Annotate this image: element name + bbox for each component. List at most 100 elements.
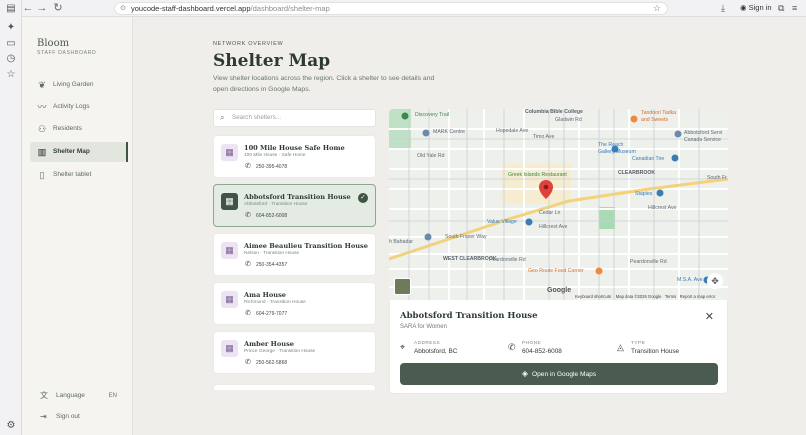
- map-data-label: Map data ©2026 Google: [615, 294, 662, 299]
- shelter-card-selected[interactable]: ▦ Abbotsford Transition House Abbotsford…: [213, 184, 376, 227]
- report-error-link[interactable]: Report a map error: [680, 294, 715, 299]
- map-label: Value Village: [487, 219, 517, 225]
- sidebar-item-shelter-tablet[interactable]: ▯ Shelter tablet: [30, 165, 126, 185]
- location-pin-icon: ⌖: [400, 342, 406, 352]
- shelter-building-icon: ▦: [221, 291, 238, 308]
- map-label: Discovery Trail: [415, 112, 450, 118]
- back-icon[interactable]: ←: [22, 2, 34, 14]
- activity-icon: 〰: [37, 102, 47, 112]
- extensions-icon[interactable]: ⧉: [778, 2, 784, 14]
- phone-icon: ✆: [245, 212, 251, 219]
- map-label: The Reach: [598, 142, 624, 148]
- shelter-map[interactable]: Discovery Trail Columbia Bible College T…: [389, 109, 728, 300]
- brand-logo: Bloom: [37, 38, 70, 49]
- forward-icon[interactable]: →: [36, 2, 48, 14]
- download-icon[interactable]: ⤓: [721, 2, 725, 14]
- shelter-phone: 250-354-4357: [256, 262, 288, 268]
- tabs-icon[interactable]: ▭: [5, 38, 17, 50]
- shelter-name: Aimee Beaulieu Transition House: [244, 242, 368, 250]
- shelter-card[interactable]: ▦ Ama House Richmond · Transition House …: [213, 282, 376, 325]
- shelter-building-icon: ▦: [221, 193, 238, 210]
- sidebar-item-label: Living Garden: [53, 81, 94, 88]
- open-google-maps-button[interactable]: ◈ Open in Google Maps: [400, 363, 718, 385]
- map-label: MARK Centre: [433, 129, 465, 135]
- browser-toolbar: ← → ↻ ⊙ youcode-staff-dashboard.vercel.a…: [22, 0, 806, 17]
- shelter-meta: Richmond · Transition House: [244, 300, 306, 305]
- phone-value: 604-852-6008: [522, 348, 562, 355]
- map-label: Gallery Museum: [598, 149, 636, 155]
- address-label: ADDRESS: [414, 340, 441, 345]
- search-input[interactable]: ⌕ Search shelters...: [213, 109, 376, 127]
- map-label: CLEARBROOK: [618, 170, 656, 176]
- shelter-card-partial[interactable]: [213, 384, 376, 390]
- type-label: TYPE: [631, 340, 646, 345]
- shelter-meta: Nelson · Transition House: [244, 251, 300, 256]
- shelter-phone: 250-562-5868: [256, 360, 288, 366]
- map-type-toggle[interactable]: [394, 278, 411, 295]
- phone-icon: ✆: [508, 342, 516, 352]
- reload-icon[interactable]: ↻: [52, 2, 64, 14]
- map-label: M.S.A. Ave: [677, 277, 703, 283]
- bookmark-star-icon[interactable]: ☆: [653, 3, 661, 14]
- detail-title: Abbotsford Transition House: [400, 311, 538, 321]
- sidebar-item-activity-logs[interactable]: 〰 Activity Logs: [30, 97, 126, 117]
- map-camera-control-icon[interactable]: ✥: [707, 273, 723, 289]
- map-icon: ▥: [37, 147, 47, 157]
- page-title: Shelter Map: [213, 51, 331, 71]
- phone-icon: ✆: [245, 261, 251, 268]
- sidebar-item-shelter-map[interactable]: ▥ Shelter Map: [30, 142, 128, 162]
- type-value: Transition House: [631, 348, 680, 355]
- bookmarks-icon[interactable]: ☆: [5, 69, 17, 81]
- search-icon: ⌕: [220, 113, 225, 122]
- shelter-card[interactable]: ▦ Aimee Beaulieu Transition House Nelson…: [213, 233, 376, 276]
- map-label: Gladwin Rd: [555, 117, 582, 123]
- phone-icon: ✆: [245, 359, 251, 366]
- language-selector[interactable]: 文 Language EN: [30, 389, 126, 403]
- map-label: Columbia Bible College: [525, 109, 583, 115]
- navigation-icon: ◈: [521, 369, 528, 378]
- address-value: Abbotsford, BC: [414, 348, 458, 355]
- sign-in-label: Sign in: [748, 3, 772, 12]
- shelter-phone: 604-279-7077: [256, 311, 288, 317]
- map-label: Hillcrest Ave: [648, 205, 677, 211]
- map-label: Canadian Tire: [632, 156, 665, 162]
- menu-icon[interactable]: ≡: [792, 2, 797, 14]
- map-label: Peardonville Rd: [489, 257, 526, 263]
- ai-sparkle-icon[interactable]: ✦: [5, 22, 17, 34]
- sidebar-toggle-icon[interactable]: ▤: [5, 3, 17, 15]
- shelter-name: 100 Mile House Safe Home: [244, 144, 345, 152]
- address-bar[interactable]: ⊙ youcode-staff-dashboard.vercel.app/das…: [114, 2, 668, 15]
- shelter-meta: Abbotsford · Transition House: [244, 202, 308, 207]
- phone-icon: ✆: [245, 310, 251, 317]
- url-host: youcode-staff-dashboard.vercel.app: [131, 4, 251, 13]
- history-icon[interactable]: ◷: [5, 53, 17, 65]
- sidebar-item-residents[interactable]: ⚇ Residents: [30, 119, 126, 139]
- shelter-card[interactable]: ▦ 100 Mile House Safe Home 100 Mile Hous…: [213, 135, 376, 178]
- sign-in-button[interactable]: ◉ Sign in: [740, 2, 772, 14]
- leaf-icon: ❦: [38, 80, 46, 90]
- map-attribution: Keyboard shortcuts Map data ©2026 Google…: [575, 294, 715, 299]
- map-label: Old Yale Rd: [417, 153, 445, 159]
- sidebar-item-living-garden[interactable]: ❦ Living Garden: [30, 75, 126, 95]
- sign-out-label: Sign out: [56, 413, 80, 420]
- shelter-phone: 250-395-4078: [256, 164, 288, 170]
- shelter-name: Abbotsford Transition House: [244, 193, 351, 201]
- sidebar-item-label: Residents: [53, 125, 82, 132]
- tablet-icon: ▯: [39, 170, 45, 180]
- map-label: h Bahadar: [389, 239, 413, 245]
- terms-link[interactable]: Terms: [665, 294, 676, 299]
- close-icon[interactable]: ✕: [705, 311, 714, 323]
- map-label: Tandoori Tadka: [641, 110, 677, 116]
- shelter-phone: 604-852-6008: [256, 213, 288, 219]
- open-google-maps-label: Open in Google Maps: [532, 371, 597, 378]
- keyboard-shortcuts-link[interactable]: Keyboard shortcuts: [575, 294, 611, 299]
- sign-out-button[interactable]: ⇥ Sign out: [30, 410, 126, 424]
- site-info-icon[interactable]: ⊙: [120, 3, 126, 14]
- shelter-meta: Prince George · Transition House: [244, 349, 316, 354]
- translate-icon: 文: [40, 391, 48, 400]
- users-icon: ⚇: [37, 124, 47, 134]
- shelter-card[interactable]: ▦ Amber House Prince George · Transition…: [213, 331, 376, 374]
- settings-icon[interactable]: ⚙: [5, 420, 17, 432]
- map-label: South Fraser Way: [445, 234, 487, 240]
- language-code: EN: [108, 393, 117, 399]
